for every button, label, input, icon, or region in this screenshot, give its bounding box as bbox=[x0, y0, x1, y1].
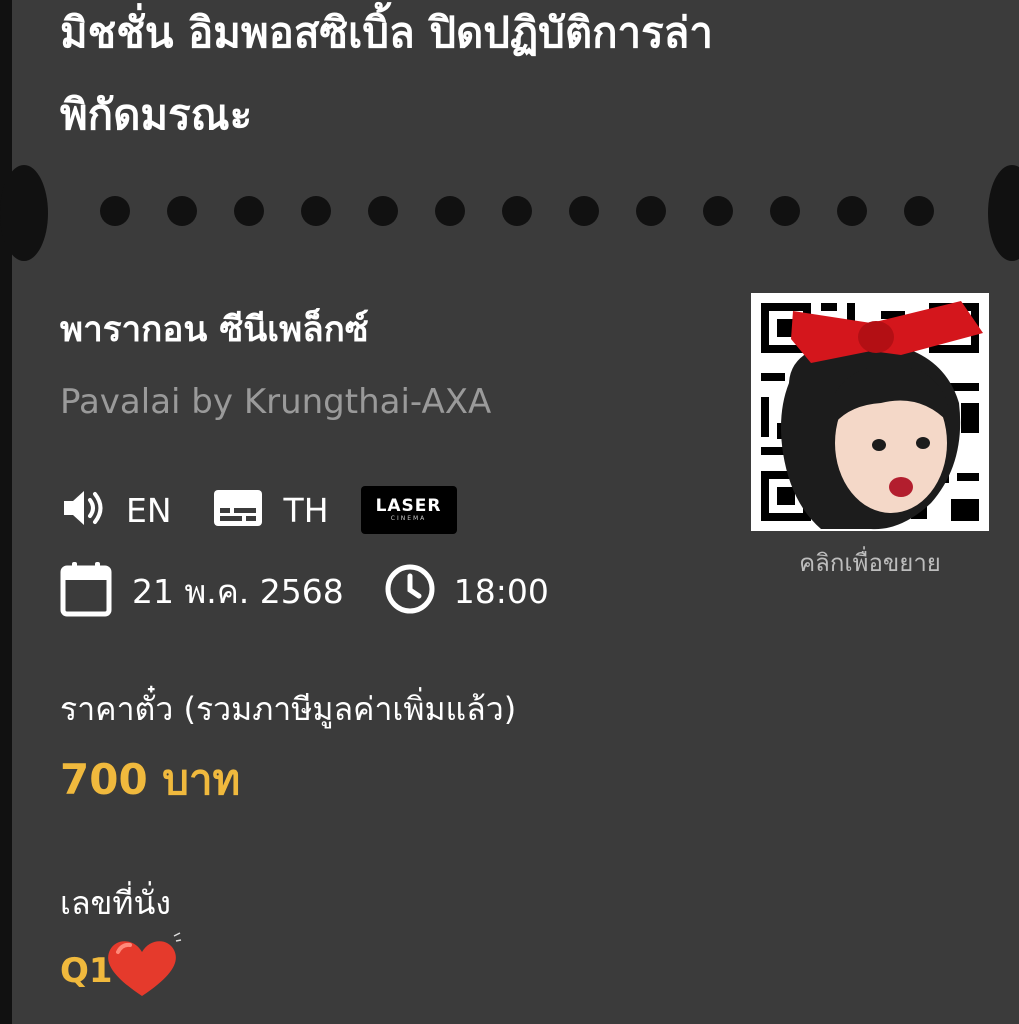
venue-name-th: พารากอน ซีนีเพล็กซ์ bbox=[60, 310, 369, 350]
movie-title-line-1: มิชชั่น อิมพอสซิเบิ้ล ปิดปฏิบัติการล่า bbox=[60, 8, 713, 57]
perforation-dot bbox=[234, 196, 264, 226]
format-row: EN TH LASER CINEMA bbox=[60, 482, 457, 538]
audio-language: EN bbox=[126, 490, 172, 530]
perforation-dot bbox=[837, 196, 867, 226]
perforation-dot bbox=[636, 196, 666, 226]
laser-cinema-badge: LASER CINEMA bbox=[360, 486, 457, 534]
seat-label: เลขที่นั่ง bbox=[60, 884, 172, 922]
perforation-dot bbox=[435, 196, 465, 226]
price-value: 700 บาท bbox=[60, 755, 241, 804]
perforation-dot bbox=[100, 196, 130, 226]
price-label: ราคาตั๋ว (รวมภาษีมูลค่าเพิ่มแล้ว) bbox=[60, 690, 517, 728]
badge-title: LASER bbox=[375, 496, 442, 516]
venue-name-en: Pavalai by Krungthai-AXA bbox=[60, 382, 492, 422]
ticket-card: มิชชั่น อิมพอสซิเบิ้ล ปิดปฏิบัติการล่า พ… bbox=[0, 0, 1019, 1024]
qr-code-button[interactable] bbox=[751, 293, 989, 531]
clock-icon bbox=[384, 563, 436, 619]
speaker-icon bbox=[60, 486, 108, 534]
calendar-icon bbox=[60, 560, 112, 622]
perforation-dot bbox=[569, 196, 599, 226]
ticket-notch-right bbox=[988, 165, 1019, 261]
show-date: 21 พ.ค. 2568 bbox=[132, 571, 344, 611]
showtime-row: 21 พ.ค. 2568 18:00 bbox=[60, 560, 549, 622]
perforation-dot bbox=[703, 196, 733, 226]
heart-sticker-icon bbox=[102, 932, 182, 1006]
perforation-dot bbox=[167, 196, 197, 226]
perforation-dot bbox=[904, 196, 934, 226]
perforation-dot bbox=[301, 196, 331, 226]
qr-enlarge-caption[interactable]: คลิกเพื่อขยาย bbox=[751, 543, 989, 583]
show-time: 18:00 bbox=[453, 571, 549, 611]
perforation-dots bbox=[100, 196, 950, 226]
perforation-dot bbox=[770, 196, 800, 226]
movie-title-line-2: พิกัดมรณะ bbox=[60, 90, 253, 139]
movie-title: มิชชั่น อิมพอสซิเบิ้ล ปิดปฏิบัติการล่า พ… bbox=[60, 0, 960, 156]
perforation-dot bbox=[502, 196, 532, 226]
badge-subtitle: CINEMA bbox=[390, 515, 427, 522]
subtitle-language: TH bbox=[283, 490, 329, 530]
ticket-notch-left bbox=[0, 165, 48, 261]
perforation-dot bbox=[368, 196, 398, 226]
subtitles-icon bbox=[212, 487, 264, 533]
